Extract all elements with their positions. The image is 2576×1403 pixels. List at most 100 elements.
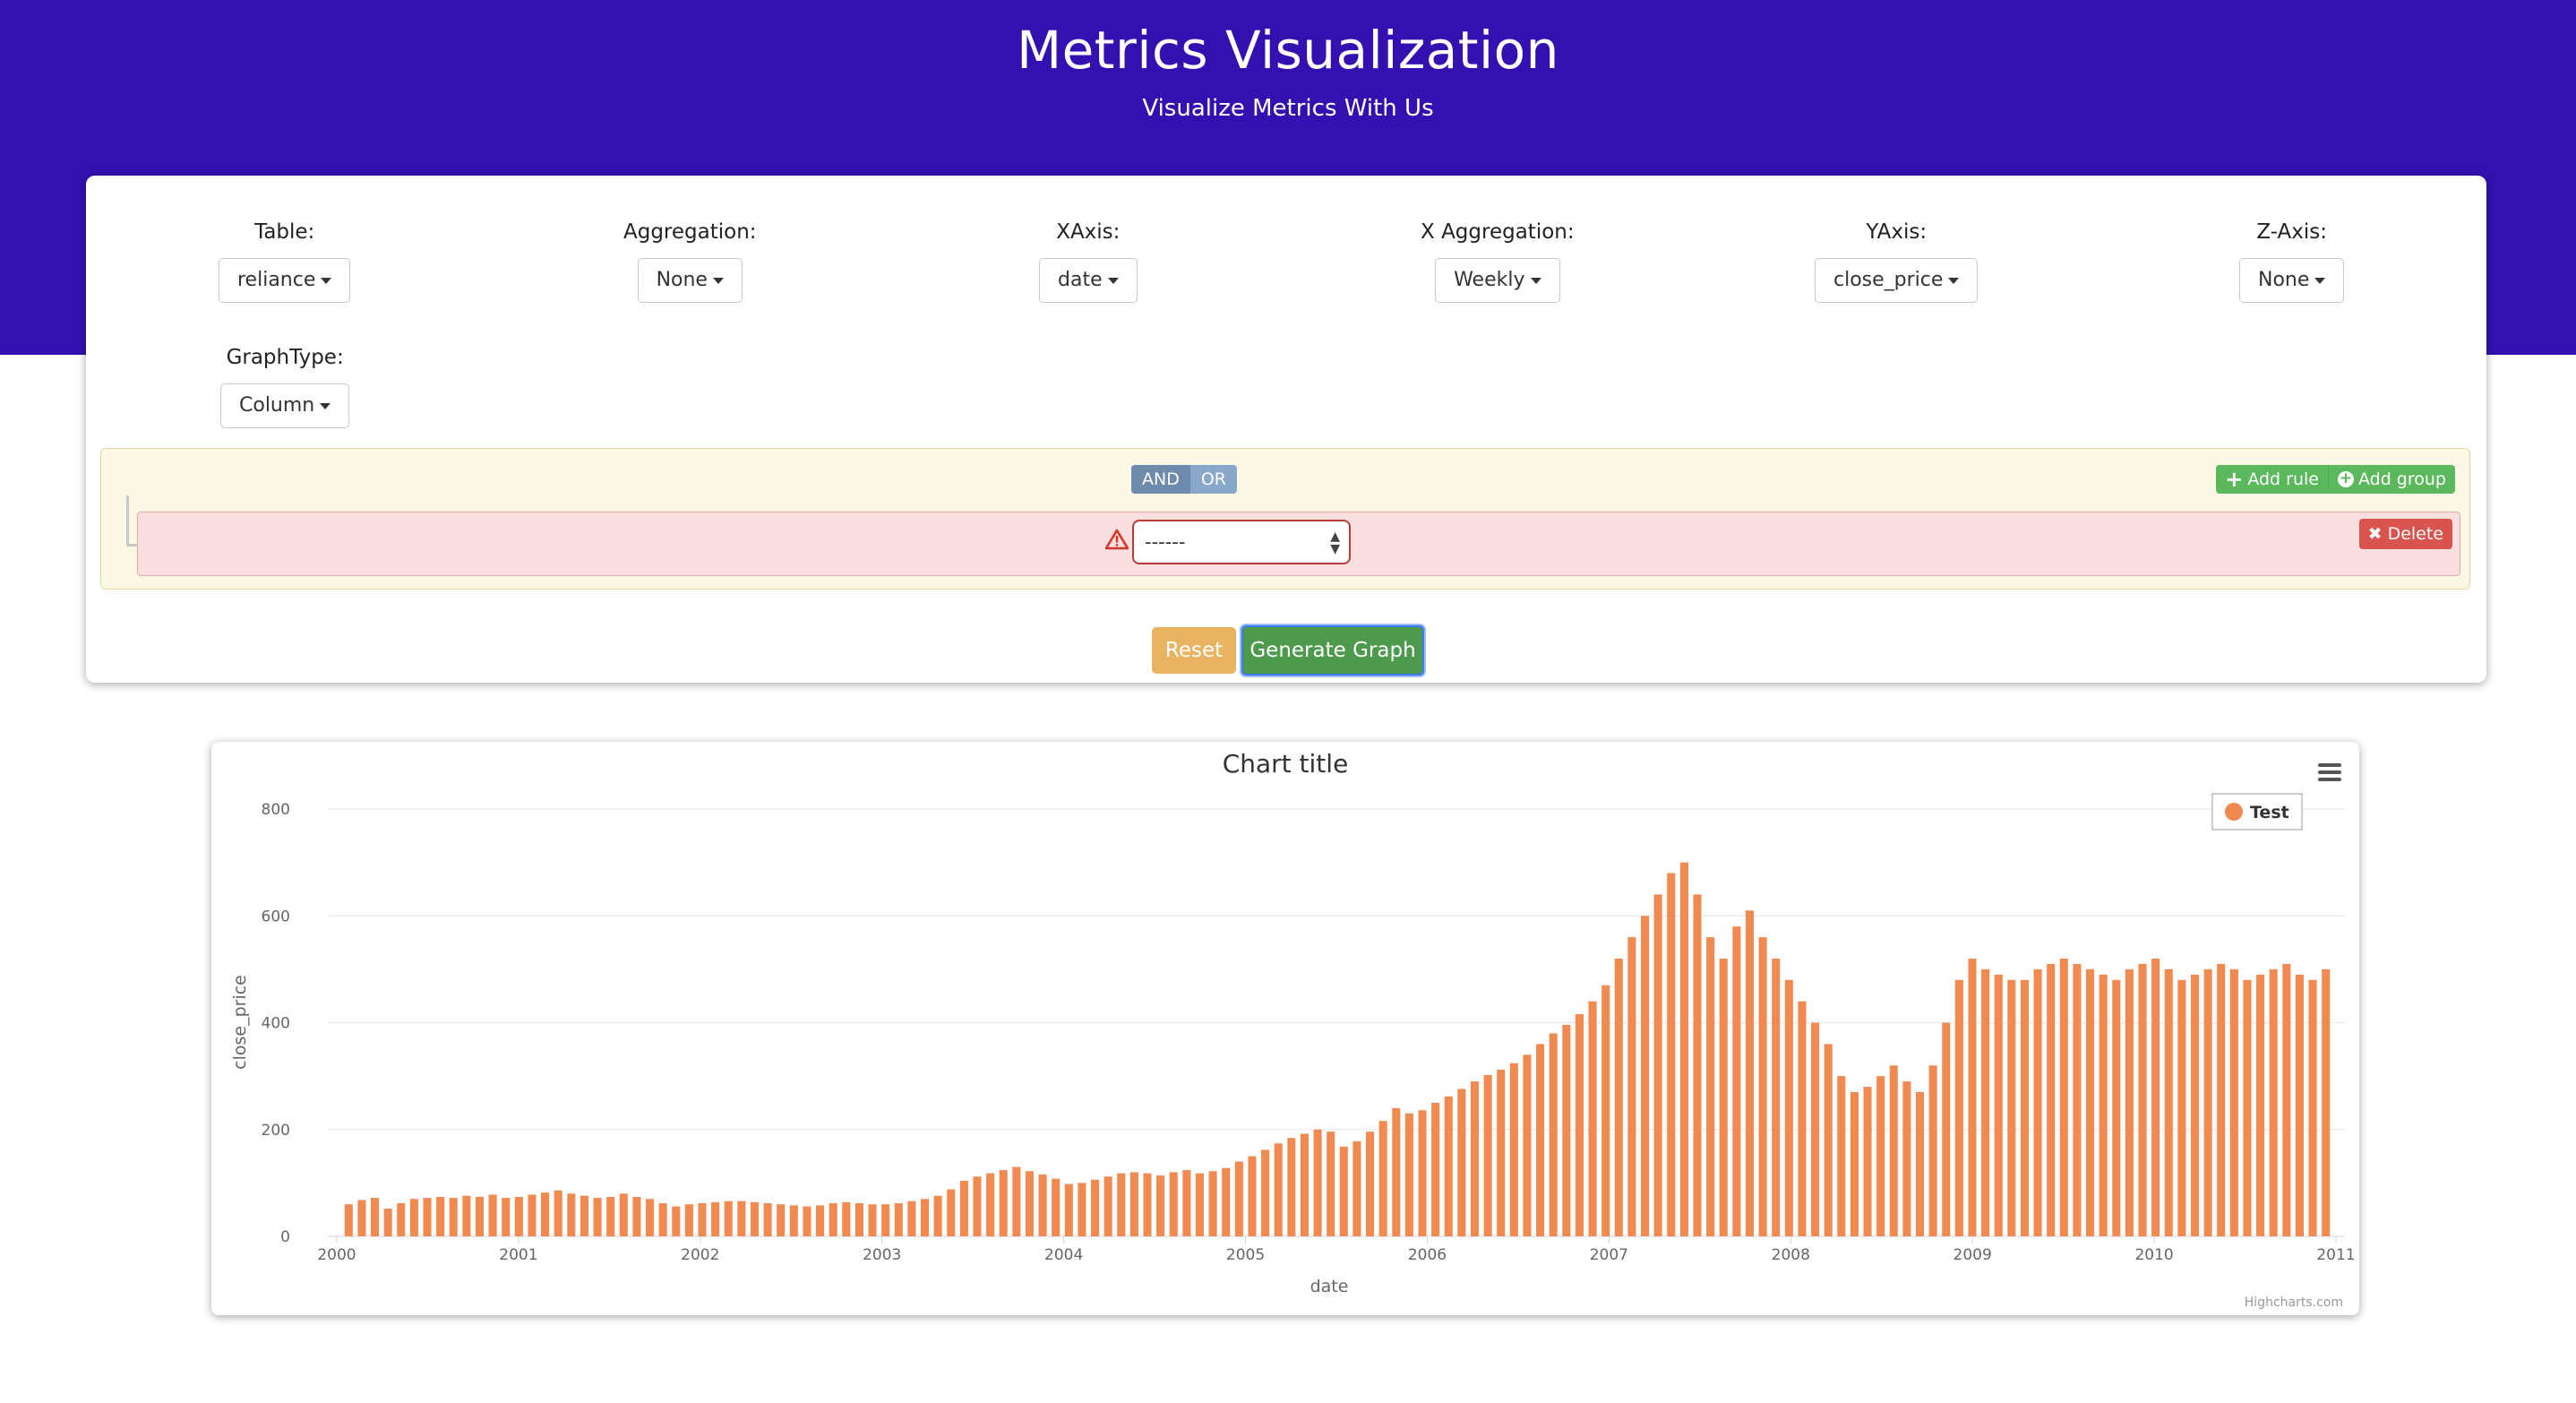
bar: [2086, 968, 2095, 1237]
bar: [1954, 979, 1963, 1236]
x-tick-label: 2001: [499, 1246, 537, 1264]
bar: [528, 1194, 537, 1236]
delete-rule-button[interactable]: ✖ Delete: [2358, 519, 2452, 549]
x-tick-label: 2010: [2134, 1246, 2173, 1264]
chevron-down-icon: [1530, 277, 1541, 284]
query-actions: + Add rule + Add group: [2216, 465, 2455, 494]
bar: [1483, 1074, 1492, 1236]
bar: [711, 1201, 720, 1236]
rule-field-select[interactable]: ------ ▲ ▼: [1132, 520, 1351, 564]
bar: [2151, 958, 2160, 1236]
close-icon: ✖: [2367, 524, 2383, 544]
bar: [829, 1203, 837, 1236]
yaxis-value: close_price: [1833, 269, 1944, 291]
bar: [763, 1203, 772, 1236]
reset-button[interactable]: Reset: [1152, 627, 1236, 674]
menu-icon[interactable]: [2318, 763, 2341, 781]
y-tick-label: 600: [262, 908, 290, 925]
x-tick-label: 2007: [1590, 1246, 1628, 1264]
bar: [1667, 873, 1676, 1236]
bar: [1404, 1113, 1413, 1236]
delete-label: Delete: [2387, 524, 2443, 544]
x-tick-label: 2002: [681, 1246, 719, 1264]
table-dropdown[interactable]: reliance: [219, 258, 351, 303]
bar: [1942, 1022, 1951, 1236]
bar: [1366, 1132, 1375, 1236]
chevron-down-icon: [2314, 277, 2326, 284]
bar: [1064, 1184, 1073, 1236]
x-axis-title: date: [1310, 1277, 1349, 1296]
controls-panel: Table: reliance Aggregation: None XAxis:…: [86, 176, 2486, 683]
plus-circle-icon: +: [2337, 469, 2354, 487]
y-tick-label: 400: [262, 1015, 290, 1033]
add-group-button[interactable]: + Add group: [2327, 465, 2455, 494]
bar: [1274, 1143, 1283, 1236]
bar: [1156, 1175, 1165, 1236]
menu-icon-bar: [2318, 763, 2341, 767]
zaxis-value: None: [2258, 269, 2310, 291]
bar: [1994, 974, 2003, 1236]
y-axis-title: close_price: [230, 975, 250, 1070]
generate-graph-button[interactable]: Generate Graph: [1241, 625, 1424, 676]
bar: [658, 1203, 667, 1236]
y-tick-label: 0: [280, 1228, 290, 1246]
bar: [1182, 1170, 1191, 1236]
bar: [973, 1176, 982, 1236]
x-tick-label: 2008: [1772, 1246, 1810, 1264]
bar: [1719, 958, 1728, 1236]
x-tick-label: 2004: [1044, 1246, 1083, 1264]
menu-icon-bar: [2318, 770, 2341, 774]
aggregation-value: None: [656, 269, 708, 291]
bar: [1745, 910, 1755, 1236]
bar: [2138, 963, 2147, 1236]
bar: [1038, 1174, 1047, 1236]
bar: [1928, 1065, 1937, 1236]
zaxis-dropdown[interactable]: None: [2239, 258, 2345, 303]
chart-title: Chart title: [1223, 749, 1349, 779]
bar: [632, 1196, 641, 1236]
x-tick-label: 2006: [1408, 1246, 1447, 1264]
xaxis-value: date: [1058, 269, 1103, 291]
bar: [1378, 1121, 1387, 1236]
page-title: Metrics Visualization: [1017, 20, 1559, 81]
yaxis-label: YAxis:: [1866, 220, 1928, 244]
xaxis-dropdown[interactable]: date: [1039, 258, 1138, 303]
bar: [1143, 1173, 1152, 1236]
graph-type-dropdown[interactable]: Column: [220, 383, 350, 428]
add-rule-button[interactable]: + Add rule: [2216, 465, 2328, 494]
bar: [750, 1201, 760, 1236]
bar: [986, 1173, 995, 1236]
bar: [2256, 974, 2265, 1236]
bar: [541, 1192, 550, 1236]
bar: [1863, 1087, 1872, 1236]
bar: [724, 1201, 733, 1236]
bar: [436, 1196, 445, 1236]
bar: [959, 1180, 968, 1236]
xaxis-field: XAxis: date: [1039, 220, 1138, 303]
bar: [1248, 1156, 1257, 1236]
and-button[interactable]: AND: [1131, 465, 1190, 494]
bar: [920, 1199, 930, 1236]
bar: [854, 1203, 863, 1236]
bar: [1562, 1024, 1571, 1236]
yaxis-dropdown[interactable]: close_price: [1815, 258, 1979, 303]
or-button[interactable]: OR: [1189, 465, 1238, 494]
chevron-down-icon: [712, 277, 724, 284]
bar: [1431, 1102, 1440, 1236]
bar: [423, 1198, 432, 1236]
bar: [777, 1204, 786, 1236]
bar: [1968, 958, 1977, 1236]
graph-type-field: GraphType: Column: [220, 346, 350, 428]
bar: [475, 1196, 485, 1236]
bar: [2125, 968, 2134, 1237]
bar: [1758, 937, 1767, 1236]
bar: [646, 1199, 655, 1236]
aggregation-dropdown[interactable]: None: [637, 258, 743, 303]
bar: [1091, 1179, 1100, 1236]
chart-credits: Highcharts.com: [2245, 1295, 2343, 1310]
x-aggregation-dropdown[interactable]: Weekly: [1435, 258, 1560, 303]
bar: [371, 1198, 380, 1236]
bar: [2073, 963, 2082, 1236]
bar: [1470, 1081, 1480, 1236]
bar: [1052, 1178, 1060, 1236]
